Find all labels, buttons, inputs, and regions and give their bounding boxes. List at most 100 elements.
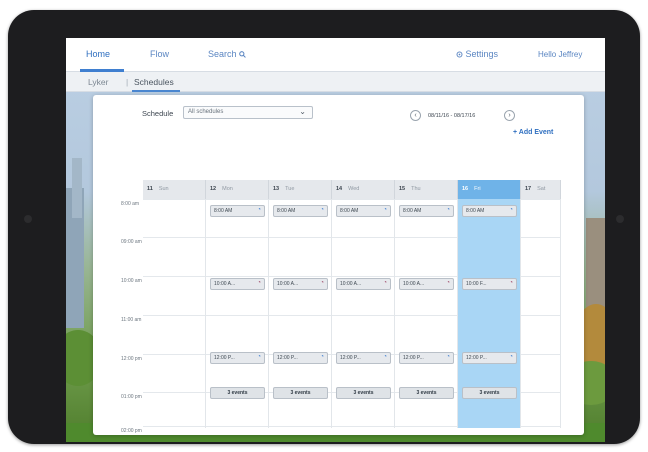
event-chip[interactable]: 12:00 P... ◔ — [336, 352, 391, 364]
chevron-right-icon: › — [508, 112, 511, 119]
event-label: 12:00 P... — [340, 355, 361, 361]
time-label: 09:00 am — [121, 239, 142, 245]
breadcrumb-separator: | — [126, 77, 129, 87]
event-chip[interactable]: 12:00 P... ◔ — [462, 352, 517, 364]
recurring-icon: ◔ — [383, 207, 387, 213]
app-screen: Home Flow Search Settings Hello Jeffrey — [66, 38, 605, 442]
more-events-button[interactable]: 3 events — [210, 387, 265, 399]
event-label: 8:00 AM — [466, 208, 485, 214]
schedule-select[interactable]: All schedules ⌄ — [183, 106, 313, 119]
event-chip[interactable]: 10:00 A... ◔ — [210, 278, 265, 290]
event-chip[interactable]: 8:00 AM ◔ — [273, 205, 328, 217]
day-number: 15 — [399, 186, 406, 192]
more-events-button[interactable]: 3 events — [399, 387, 454, 399]
settings-link[interactable]: Settings — [456, 49, 498, 59]
day-name: Mon — [222, 186, 233, 192]
user-greeting[interactable]: Hello Jeffrey — [538, 50, 582, 59]
day-number: 17 — [525, 186, 532, 192]
event-chip[interactable]: 10:00 A... ◔ — [399, 278, 454, 290]
settings-label: Settings — [465, 49, 499, 59]
recurring-icon: ◔ — [446, 280, 450, 286]
event-chip[interactable]: 8:00 AM ◔ — [210, 205, 265, 217]
day-header-thu[interactable]: 15 Thu — [395, 180, 458, 199]
recurring-icon: ◔ — [320, 207, 324, 213]
event-label: 3 events — [353, 390, 374, 396]
time-label: 01:00 pm — [121, 394, 142, 400]
next-week-button[interactable]: › — [504, 110, 515, 121]
time-label: 11:00 am — [121, 317, 142, 323]
event-label: 10:00 A... — [214, 281, 236, 287]
day-number: 14 — [336, 186, 343, 192]
recurring-icon: ◔ — [509, 207, 513, 213]
day-number: 16 — [462, 186, 469, 192]
add-event-button[interactable]: + Add Event — [513, 129, 553, 136]
recurring-icon: ◔ — [257, 207, 261, 213]
day-name: Tue — [285, 186, 295, 192]
day-header-mon[interactable]: 12 Mon — [206, 180, 269, 199]
recurring-icon: ◔ — [446, 207, 450, 213]
more-events-button[interactable]: 3 events — [273, 387, 328, 399]
chevron-left-icon: ‹ — [414, 112, 417, 119]
tablet-camera — [24, 215, 32, 223]
event-chip[interactable]: 8:00 AM ◔ — [462, 205, 517, 217]
recurring-icon: ◔ — [509, 280, 513, 286]
time-label: 8:00 am — [121, 201, 140, 207]
nav-search[interactable]: Search — [208, 49, 246, 59]
day-name: Sat — [537, 186, 546, 192]
event-label: 8:00 AM — [214, 208, 233, 214]
recurring-icon: ◔ — [446, 354, 450, 360]
day-header-wed[interactable]: 14 Wed — [332, 180, 395, 199]
event-chip[interactable]: 12:00 P... ◔ — [210, 352, 265, 364]
schedule-select-value: All schedules — [188, 109, 224, 115]
breadcrumb: Lyker | Schedules — [66, 72, 605, 92]
breadcrumb-item-schedules[interactable]: Schedules — [134, 77, 174, 87]
nav-search-label: Search — [208, 49, 237, 59]
event-label: 10:00 A... — [340, 281, 362, 287]
event-label: 12:00 P... — [403, 355, 424, 361]
event-chip[interactable]: 12:00 P... ◔ — [273, 352, 328, 364]
recurring-icon: ◔ — [320, 280, 324, 286]
recurring-icon: ◔ — [509, 354, 513, 360]
prev-week-button[interactable]: ‹ — [410, 110, 421, 121]
more-events-button[interactable]: 3 events — [336, 387, 391, 399]
day-column-sat[interactable] — [521, 199, 561, 428]
date-range: 08/11/16 - 08/17/16 — [428, 113, 476, 119]
time-label: 12:00 pm — [121, 356, 142, 362]
event-label: 10:00 F... — [466, 281, 487, 287]
time-label: 10:00 am — [121, 278, 142, 284]
event-chip[interactable]: 10:00 F... ◔ — [462, 278, 517, 290]
breadcrumb-active-indicator — [132, 90, 180, 92]
day-header-sun[interactable]: 11 Sun — [143, 180, 206, 199]
event-label: 3 events — [290, 390, 311, 396]
more-events-button[interactable]: 3 events — [462, 387, 517, 399]
event-label: 8:00 AM — [277, 208, 296, 214]
breadcrumb-item-lyker[interactable]: Lyker — [88, 77, 108, 87]
day-header-sat[interactable]: 17 Sat — [521, 180, 561, 199]
chevron-down-icon: ⌄ — [299, 107, 306, 116]
event-label: 8:00 AM — [403, 208, 422, 214]
day-number: 11 — [147, 186, 153, 192]
day-header-fri[interactable]: 16 Fri — [458, 180, 521, 199]
day-column-sun[interactable] — [143, 199, 206, 428]
event-label: 12:00 P... — [277, 355, 298, 361]
day-name: Thu — [411, 186, 421, 192]
day-number: 12 — [210, 186, 217, 192]
week-calendar-grid: 8:00 am 09:00 am 10:00 am 11:00 am 12:00 pm 0… — [121, 180, 561, 434]
day-name: Sun — [158, 186, 169, 192]
event-chip[interactable]: 8:00 AM ◔ — [399, 205, 454, 217]
event-chip[interactable]: 10:00 A... ◔ — [336, 278, 391, 290]
tablet-frame: Home Flow Search Settings Hello Jeffrey — [8, 10, 640, 444]
day-name: Wed — [348, 186, 360, 192]
nav-home[interactable]: Home — [86, 49, 110, 59]
top-navigation: Home Flow Search Settings Hello Jeffrey — [66, 38, 605, 72]
city-building — [72, 158, 82, 218]
recurring-icon: ◔ — [383, 280, 387, 286]
nav-flow[interactable]: Flow — [150, 49, 169, 59]
event-chip[interactable]: 8:00 AM ◔ — [336, 205, 391, 217]
event-label: 10:00 A... — [277, 281, 299, 287]
time-label: 02:00 pm — [121, 428, 142, 434]
day-header-tue[interactable]: 13 Tue — [269, 180, 332, 199]
event-chip[interactable]: 10:00 A... ◔ — [273, 278, 328, 290]
event-label: 12:00 P... — [466, 355, 487, 361]
event-chip[interactable]: 12:00 P... ◔ — [399, 352, 454, 364]
